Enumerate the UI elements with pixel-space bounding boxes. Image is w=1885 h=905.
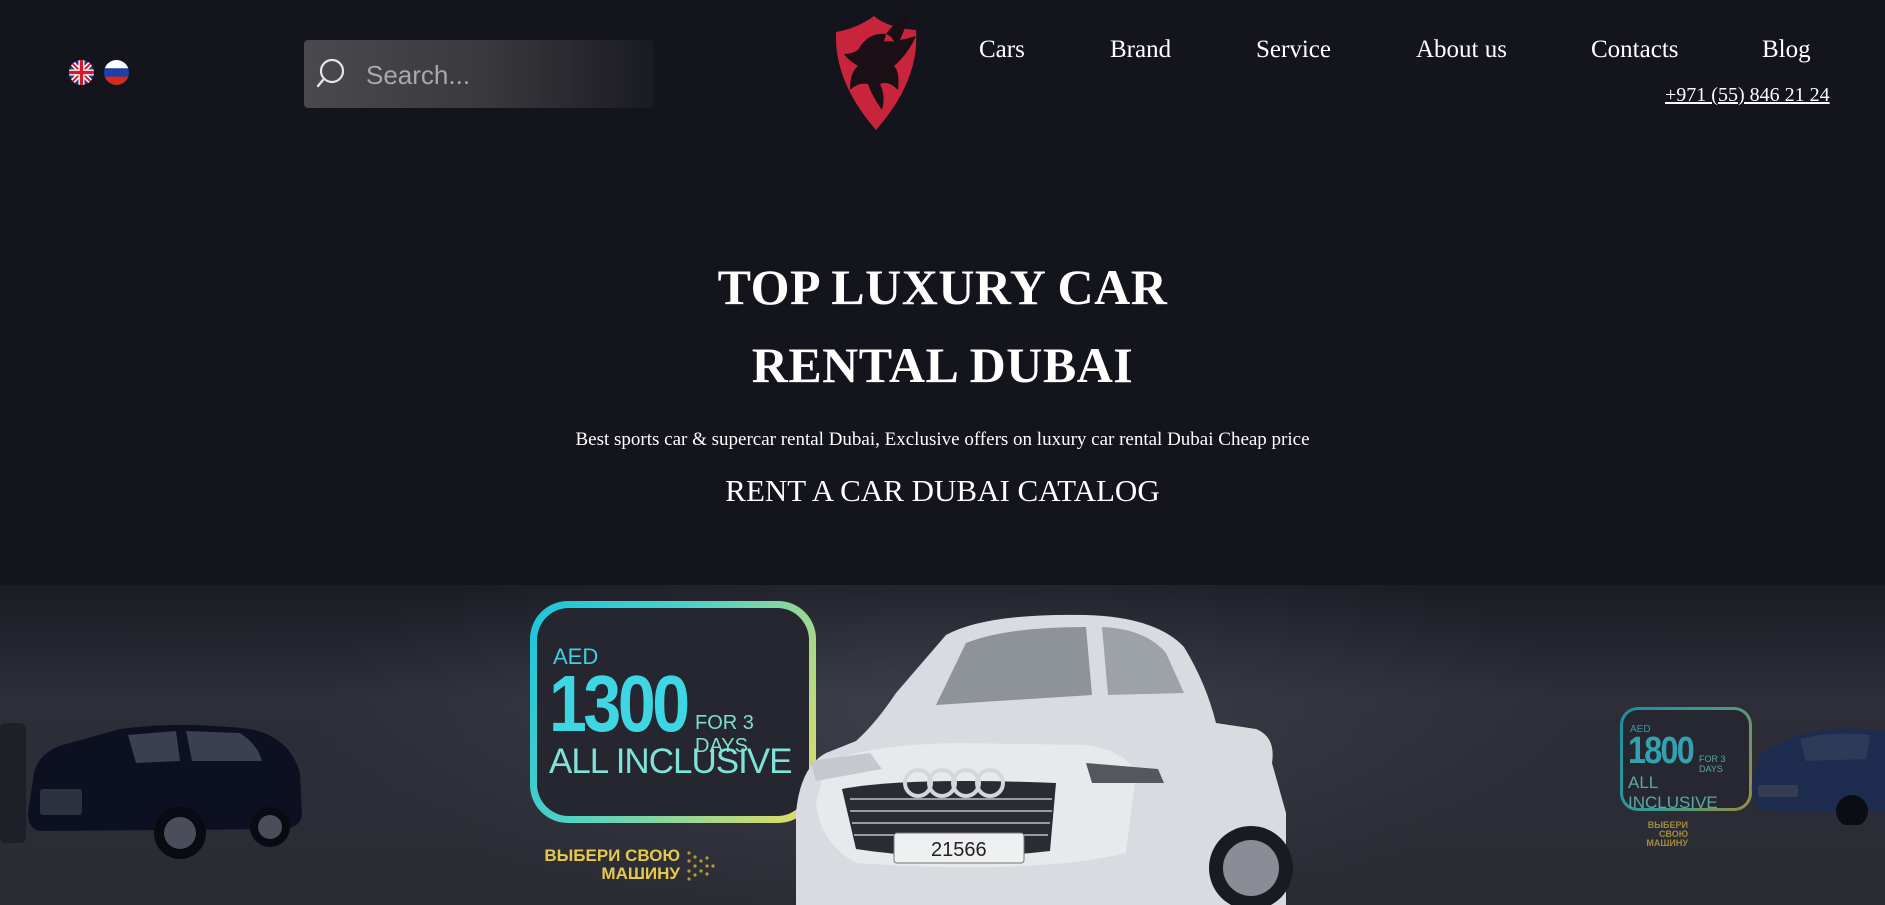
nav-item-blog[interactable]: Blog [1762,36,1811,64]
nav-item-brand[interactable]: Brand [1110,36,1171,64]
right-car-image[interactable] [1740,715,1885,825]
catalog-heading: RENT A CAR DUBAI CATALOG [725,473,1160,508]
hero-title-line2: RENTAL DUBAI [751,337,1134,393]
chevron-right-icon [687,851,715,881]
nav-item-service[interactable]: Service [1256,36,1331,64]
side-price-badge: AED 1800 FOR 3 DAYS ALL INCLUSIVE [1620,707,1752,812]
main-promo-tagline: ALL INCLUSIVE [549,742,792,781]
hero-title-line1: TOP LUXURY CAR [717,259,1168,315]
side-promo-cta-line1: ВЫБЕРИ СВОЮ [1647,820,1688,839]
side-promo-amount: 1800 [1628,730,1695,772]
left-car-image[interactable] [0,703,310,863]
side-promo-tagline: ALL INCLUSIVE [1628,773,1718,812]
nav-item-about-us[interactable]: About us [1416,36,1507,64]
hero-subtitle: Best sports car & supercar rental Dubai,… [575,429,1310,450]
nav-item-cars[interactable]: Cars [979,36,1025,64]
hero: TOP LUXURY CAR RENTAL DUBAI Best sports … [0,248,1885,510]
page: Cars Brand Service About us Contacts Blo… [0,0,1885,905]
main-car-image[interactable]: 21566 [786,613,1386,905]
main-promo-cta[interactable]: ВЫБЕРИ СВОЮ МАШИНУ [540,847,680,883]
nav-item-contacts[interactable]: Contacts [1591,36,1679,64]
main-price-badge: AED 1300 FOR 3 DAYS ALL INCLUSIVE [530,601,816,823]
car-carousel[interactable]: AED 1300 FOR 3 DAYS ALL INCLUSIVE ВЫБЕРИ… [0,585,1885,905]
main-promo-cta-line2: МАШИНУ [601,864,680,883]
hero-title: TOP LUXURY CAR RENTAL DUBAI [0,248,1885,404]
phone-link[interactable]: +971 (55) 846 21 24 [1665,84,1830,107]
main-promo-cta-line1: ВЫБЕРИ СВОЮ [544,846,680,865]
main-promo-amount: 1300 [549,659,690,748]
side-promo-cta[interactable]: ВЫБЕРИ СВОЮ МАШИНУ [1620,821,1688,848]
side-promo-cta-line2: МАШИНУ [1646,838,1688,848]
main-nav: Cars Brand Service About us Contacts Blo… [0,36,1885,76]
license-plate: 21566 [931,839,987,861]
